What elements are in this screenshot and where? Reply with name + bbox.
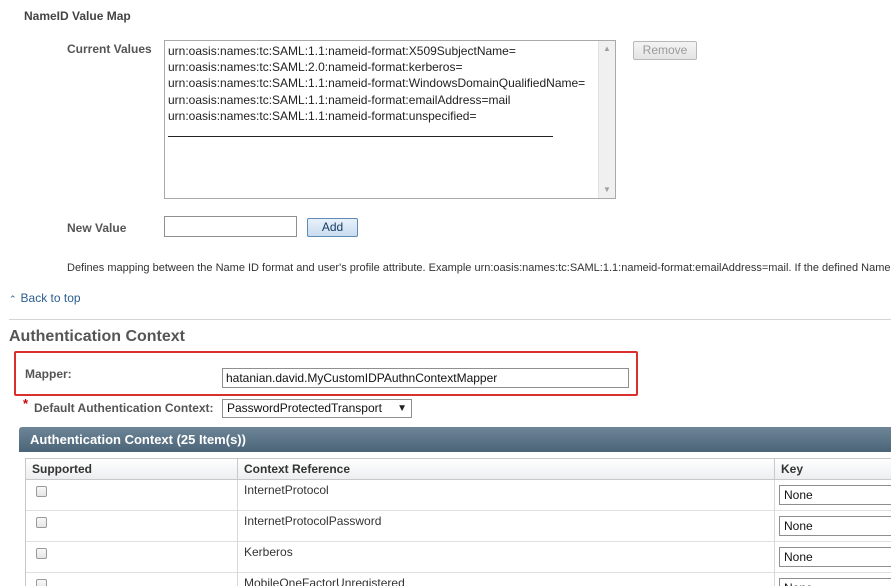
key-select[interactable]: None	[779, 547, 891, 567]
mapper-label: Mapper:	[25, 367, 72, 381]
table-row: Kerberos None	[26, 542, 891, 573]
current-value-item[interactable]: urn:oasis:names:tc:SAML:1.1:nameid-forma…	[168, 108, 599, 124]
default-auth-context-select[interactable]: PasswordProtectedTransport ▼	[222, 399, 412, 418]
supported-cell	[26, 480, 238, 511]
table-title: Authentication Context (25 Item(s))	[19, 427, 891, 452]
supported-checkbox[interactable]	[36, 579, 47, 586]
key-cell: None	[775, 573, 891, 586]
remove-button[interactable]: Remove	[633, 41, 697, 60]
default-auth-context-value: PasswordProtectedTransport	[227, 401, 382, 415]
required-asterisk: *	[23, 396, 29, 411]
required-marker: *	[23, 396, 28, 411]
current-value-item[interactable]: urn:oasis:names:tc:SAML:1.1:nameid-forma…	[168, 92, 599, 108]
section-divider	[9, 319, 891, 320]
current-value-item[interactable]: urn:oasis:names:tc:SAML:1.1:nameid-forma…	[168, 75, 599, 91]
supported-checkbox[interactable]	[36, 486, 47, 497]
current-values-list[interactable]: urn:oasis:names:tc:SAML:1.1:nameid-forma…	[164, 40, 616, 199]
default-auth-context-label: Default Authentication Context:	[34, 401, 214, 415]
key-select[interactable]: None	[779, 516, 891, 536]
supported-checkbox[interactable]	[36, 517, 47, 528]
current-values-items: urn:oasis:names:tc:SAML:1.1:nameid-forma…	[168, 43, 599, 196]
context-reference-cell: Kerberos	[238, 542, 775, 573]
auth-context-table: Authentication Context (25 Item(s)) Supp…	[19, 427, 891, 586]
key-select[interactable]: None	[779, 485, 891, 505]
supported-cell	[26, 542, 238, 573]
list-scrollbar[interactable]: ▲ ▼	[598, 41, 615, 198]
list-separator	[168, 136, 553, 138]
back-to-top-link[interactable]: ⌃ Back to top	[9, 291, 81, 305]
table-header: Supported Context Reference Key	[26, 458, 891, 480]
context-reference-cell: MobileOneFactorUnregistered	[238, 573, 775, 586]
mapper-input[interactable]: hatanian.david.MyCustomIDPAuthnContextMa…	[222, 368, 629, 388]
nameid-section-title: NameID Value Map	[24, 9, 131, 23]
context-reference-cell: InternetProtocolPassword	[238, 511, 775, 542]
supported-cell	[26, 573, 238, 586]
column-header-supported[interactable]: Supported	[26, 459, 238, 480]
table-body: Supported Context Reference Key Internet…	[25, 458, 891, 586]
new-value-label: New Value	[67, 221, 127, 235]
auth-context-title: Authentication Context	[9, 328, 185, 345]
table-row: MobileOneFactorUnregistered None	[26, 573, 891, 586]
column-header-context-reference[interactable]: Context Reference	[238, 459, 775, 480]
dropdown-arrow-icon: ▼	[397, 403, 407, 414]
current-values-label: Current Values	[67, 42, 152, 56]
scroll-up-arrow-icon[interactable]: ▲	[599, 41, 615, 57]
double-chevron-up-icon: ⌃	[9, 294, 17, 304]
supported-checkbox[interactable]	[36, 548, 47, 559]
nameid-help-text: Defines mapping between the Name ID form…	[67, 262, 891, 274]
key-cell: None	[775, 511, 891, 542]
saml-idp-settings-page: NameID Value Map Current Values urn:oasi…	[0, 0, 891, 586]
current-value-item[interactable]: urn:oasis:names:tc:SAML:1.1:nameid-forma…	[168, 43, 599, 59]
column-header-key[interactable]: Key	[775, 459, 891, 480]
table-row: InternetProtocol None	[26, 480, 891, 511]
key-select[interactable]: None	[779, 578, 891, 586]
scroll-down-arrow-icon[interactable]: ▼	[599, 182, 615, 198]
add-button[interactable]: Add	[307, 218, 358, 237]
table-row: InternetProtocolPassword None	[26, 511, 891, 542]
back-to-top-label: Back to top	[20, 291, 81, 305]
key-cell: None	[775, 480, 891, 511]
context-reference-cell: InternetProtocol	[238, 480, 775, 511]
new-value-input[interactable]	[164, 216, 297, 237]
key-cell: None	[775, 542, 891, 573]
supported-cell	[26, 511, 238, 542]
current-value-item[interactable]: urn:oasis:names:tc:SAML:2.0:nameid-forma…	[168, 59, 599, 75]
